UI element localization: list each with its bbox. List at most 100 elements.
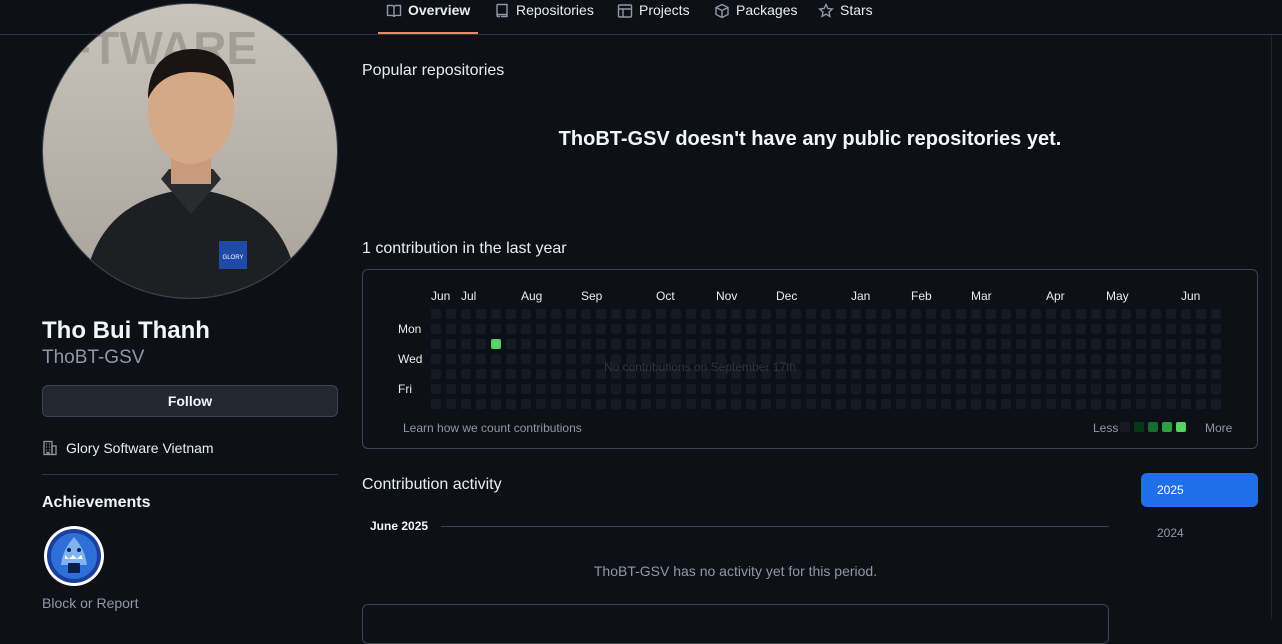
- contribution-cell[interactable]: [476, 309, 486, 319]
- contribution-cell[interactable]: [986, 369, 996, 379]
- contribution-cell[interactable]: [986, 324, 996, 334]
- contribution-cell[interactable]: [866, 384, 876, 394]
- contribution-cell[interactable]: [701, 384, 711, 394]
- contribution-cell[interactable]: [506, 399, 516, 409]
- show-more-activity-box[interactable]: [362, 604, 1109, 644]
- contribution-cell[interactable]: [431, 309, 441, 319]
- contribution-cell[interactable]: [926, 339, 936, 349]
- contribution-cell[interactable]: [836, 399, 846, 409]
- contribution-cell[interactable]: [656, 324, 666, 334]
- contribution-cell[interactable]: [1166, 384, 1176, 394]
- contribution-cell[interactable]: [581, 399, 591, 409]
- contribution-cell[interactable]: [641, 384, 651, 394]
- contribution-cell[interactable]: [1211, 399, 1221, 409]
- contribution-cell[interactable]: [626, 309, 636, 319]
- contribution-cell[interactable]: [1166, 369, 1176, 379]
- contribution-cell[interactable]: [1076, 339, 1086, 349]
- contribution-cell[interactable]: [1016, 309, 1026, 319]
- contribution-cell[interactable]: [926, 309, 936, 319]
- contribution-cell[interactable]: [566, 384, 576, 394]
- contribution-cell[interactable]: [716, 324, 726, 334]
- contribution-cell[interactable]: [1046, 399, 1056, 409]
- contribution-cell[interactable]: [626, 339, 636, 349]
- contribution-cell[interactable]: [911, 354, 921, 364]
- contribution-cell[interactable]: [866, 369, 876, 379]
- contribution-cell[interactable]: [866, 399, 876, 409]
- contribution-cell[interactable]: [521, 384, 531, 394]
- contribution-cell[interactable]: [536, 354, 546, 364]
- contribution-cell[interactable]: [926, 369, 936, 379]
- contribution-cell[interactable]: [956, 324, 966, 334]
- contribution-cell[interactable]: [686, 384, 696, 394]
- contribution-cell[interactable]: [641, 309, 651, 319]
- contribution-cell[interactable]: [1196, 369, 1206, 379]
- contribution-cell[interactable]: [551, 399, 561, 409]
- contribution-cell[interactable]: [836, 324, 846, 334]
- contribution-cell[interactable]: [446, 354, 456, 364]
- contribution-cell[interactable]: [536, 309, 546, 319]
- contribution-cell[interactable]: [1061, 309, 1071, 319]
- contribution-cell[interactable]: [431, 324, 441, 334]
- contribution-cell[interactable]: [941, 309, 951, 319]
- contribution-cell[interactable]: [746, 384, 756, 394]
- contribution-cell[interactable]: [1181, 384, 1191, 394]
- contribution-cell[interactable]: [1076, 369, 1086, 379]
- contribution-cell[interactable]: [851, 309, 861, 319]
- contribution-cell[interactable]: [971, 384, 981, 394]
- contribution-cell[interactable]: [1046, 354, 1056, 364]
- contribution-cell[interactable]: [611, 384, 621, 394]
- contribution-cell[interactable]: [776, 399, 786, 409]
- contribution-cell[interactable]: [806, 384, 816, 394]
- contribution-cell[interactable]: [581, 339, 591, 349]
- contribution-cell[interactable]: [446, 384, 456, 394]
- contribution-cell[interactable]: [1091, 324, 1101, 334]
- contribution-cell[interactable]: [986, 339, 996, 349]
- contribution-cell[interactable]: [641, 339, 651, 349]
- contribution-cell[interactable]: [461, 339, 471, 349]
- contribution-cell[interactable]: [596, 384, 606, 394]
- contribution-cell[interactable]: [1136, 354, 1146, 364]
- contribution-cell[interactable]: [1031, 324, 1041, 334]
- contribution-cell[interactable]: [1121, 399, 1131, 409]
- contribution-cell[interactable]: [791, 324, 801, 334]
- contribution-cell[interactable]: [896, 384, 906, 394]
- contribution-cell[interactable]: [1136, 399, 1146, 409]
- contribution-cell[interactable]: [941, 324, 951, 334]
- contribution-cell[interactable]: [566, 354, 576, 364]
- contribution-cell[interactable]: [476, 399, 486, 409]
- contribution-cell[interactable]: [566, 399, 576, 409]
- contribution-cell[interactable]: [566, 369, 576, 379]
- contribution-cell[interactable]: [896, 369, 906, 379]
- contribution-cell[interactable]: [851, 324, 861, 334]
- contribution-cell[interactable]: [746, 309, 756, 319]
- contribution-cell[interactable]: [986, 384, 996, 394]
- contribution-cell[interactable]: [1091, 354, 1101, 364]
- contribution-cell[interactable]: [821, 369, 831, 379]
- contribution-cell[interactable]: [431, 384, 441, 394]
- contribution-cell[interactable]: [791, 384, 801, 394]
- contribution-cell[interactable]: [776, 384, 786, 394]
- contribution-cell[interactable]: [521, 354, 531, 364]
- contribution-cell[interactable]: [1106, 384, 1116, 394]
- contribution-cell[interactable]: [1151, 339, 1161, 349]
- contribution-cell[interactable]: [956, 369, 966, 379]
- contribution-cell[interactable]: [896, 354, 906, 364]
- contribution-cell[interactable]: [671, 324, 681, 334]
- contribution-cell[interactable]: [1181, 369, 1191, 379]
- contribution-cell[interactable]: [1136, 339, 1146, 349]
- contribution-cell[interactable]: [1076, 324, 1086, 334]
- contribution-cell[interactable]: [701, 324, 711, 334]
- contribution-cell[interactable]: [791, 309, 801, 319]
- contribution-cell[interactable]: [611, 324, 621, 334]
- contribution-cell[interactable]: [776, 324, 786, 334]
- contribution-cell[interactable]: [566, 309, 576, 319]
- contribution-cell[interactable]: [686, 324, 696, 334]
- contribution-cell[interactable]: [491, 384, 501, 394]
- contribution-cell[interactable]: [431, 354, 441, 364]
- avatar[interactable]: FTWARE GLORY: [42, 3, 338, 299]
- contribution-cell[interactable]: [1196, 354, 1206, 364]
- contribution-cell[interactable]: [746, 399, 756, 409]
- contribution-cell[interactable]: [536, 369, 546, 379]
- contribution-cell[interactable]: [881, 354, 891, 364]
- contribution-cell[interactable]: [1046, 369, 1056, 379]
